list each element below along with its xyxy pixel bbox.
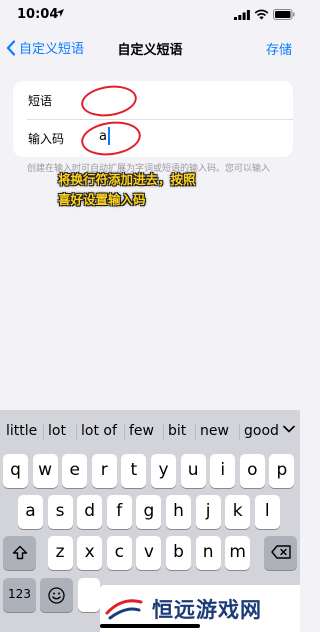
save-button[interactable]: 存储 <box>266 39 292 58</box>
suggestion[interactable]: little <box>6 423 37 439</box>
key-d[interactable]: d <box>77 495 103 529</box>
key-k[interactable]: k <box>225 495 251 529</box>
status-time: 10:04 <box>17 7 59 22</box>
key-c[interactable]: c <box>106 536 132 570</box>
overlay-caption: 将换行符添加进去，按照 喜好设置输入码 <box>58 170 288 210</box>
key-w[interactable]: w <box>32 454 58 488</box>
caption-line: 喜好设置输入码 <box>58 192 146 207</box>
battery-icon <box>273 9 295 20</box>
key-g[interactable]: g <box>136 495 162 529</box>
shortcut-row[interactable]: 输入码 a <box>13 117 293 157</box>
collapse-suggestions-button[interactable] <box>281 418 297 438</box>
key-l[interactable]: l <box>254 495 280 529</box>
shift-key[interactable] <box>3 536 36 570</box>
annotation-circle <box>78 117 144 157</box>
suggestion-divider <box>195 424 196 440</box>
key-j[interactable]: j <box>195 495 221 529</box>
suggestion-divider <box>124 424 125 440</box>
key-i[interactable]: i <box>210 454 236 488</box>
wifi-icon <box>254 9 269 20</box>
shift-arrow-icon <box>12 545 27 560</box>
key-p[interactable]: p <box>269 454 295 488</box>
key-h[interactable]: h <box>166 495 191 529</box>
key-y[interactable]: y <box>151 454 176 488</box>
key-m[interactable]: m <box>225 536 251 570</box>
phrase-row[interactable]: 短语 <box>13 81 293 120</box>
emoji-face-icon <box>48 587 65 604</box>
suggestion[interactable]: lot of <box>81 423 117 439</box>
key-n[interactable]: n <box>195 536 221 570</box>
suggestion-divider <box>239 424 240 440</box>
key-x[interactable]: x <box>77 536 103 570</box>
key-s[interactable]: s <box>47 495 73 529</box>
chevron-down-icon <box>283 425 295 433</box>
key-a[interactable]: a <box>18 495 43 529</box>
numbers-key[interactable]: 123 <box>3 578 36 612</box>
location-arrow-icon <box>56 9 64 17</box>
key-t[interactable]: t <box>121 454 147 488</box>
suggestion-divider <box>76 424 77 440</box>
key-z[interactable]: z <box>47 536 73 570</box>
phrase-form: 短语 输入码 a <box>13 81 293 157</box>
key-o[interactable]: o <box>239 454 265 488</box>
suggestion[interactable]: few <box>129 423 154 439</box>
suggestion-divider <box>163 424 164 440</box>
watermark-logo-icon <box>105 599 143 620</box>
suggestion-bar: little lot lot of few bit new good <box>0 410 300 452</box>
page-title: 自定义短语 <box>117 43 183 58</box>
annotation-circle <box>79 82 139 120</box>
suggestion[interactable]: lot <box>48 423 66 439</box>
suggestion[interactable]: good <box>244 423 278 439</box>
key-e[interactable]: e <box>62 454 88 488</box>
watermark-text: 恒远游戏网 <box>152 598 262 622</box>
key-f[interactable]: f <box>106 495 132 529</box>
suggestion-divider <box>43 424 44 440</box>
suggestion[interactable]: new <box>200 423 229 439</box>
emoji-key[interactable] <box>40 578 73 612</box>
space-key[interactable] <box>78 578 100 612</box>
key-u[interactable]: u <box>180 454 206 488</box>
phrase-label: 短语 <box>28 94 53 108</box>
home-indicator[interactable] <box>100 624 200 628</box>
caption-line: 将换行符添加进去，按照 <box>58 172 196 187</box>
cellular-signal-icon <box>234 10 250 20</box>
key-r[interactable]: r <box>91 454 117 488</box>
backspace-icon <box>270 545 291 559</box>
suggestion[interactable]: bit <box>168 423 186 439</box>
key-q[interactable]: q <box>3 454 28 488</box>
delete-key[interactable] <box>264 536 297 570</box>
shortcut-label: 输入码 <box>28 132 65 146</box>
navigation-bar: 自定义短语 自定义短语 存储 <box>0 30 300 64</box>
key-v[interactable]: v <box>136 536 162 570</box>
key-b[interactable]: b <box>166 536 191 570</box>
status-bar: 10:04 <box>0 0 300 30</box>
